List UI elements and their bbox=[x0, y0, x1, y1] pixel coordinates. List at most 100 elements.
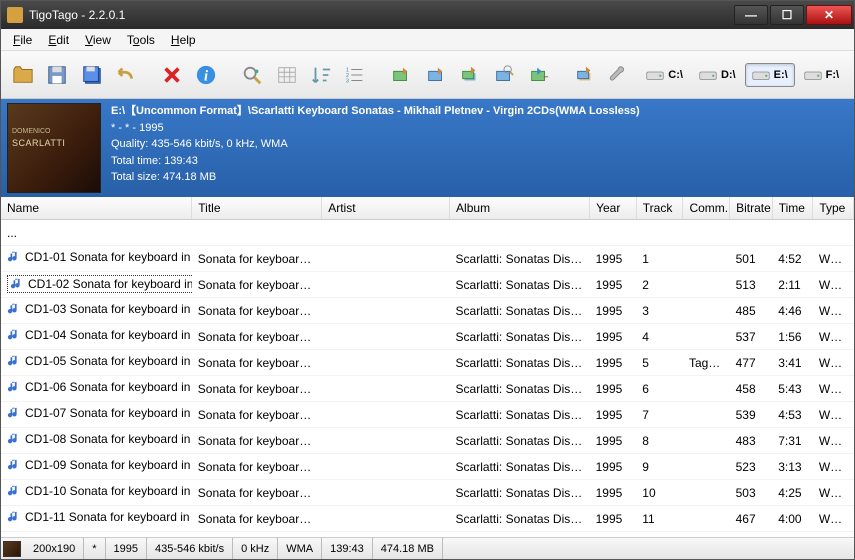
info-meta: * - * - 1995 bbox=[111, 120, 640, 137]
cell-year: 1995 bbox=[590, 376, 637, 402]
info-button[interactable]: i bbox=[192, 60, 220, 90]
cell-time: 4:52 bbox=[772, 246, 813, 272]
menu-edit[interactable]: Edit bbox=[40, 31, 77, 49]
drive-button-E[interactable]: E:\ bbox=[745, 63, 795, 87]
cell-track: 7 bbox=[636, 402, 683, 428]
numbered-list-button[interactable]: 123 bbox=[341, 60, 369, 90]
drive-button-C[interactable]: C:\ bbox=[639, 63, 690, 87]
cell-album: Scarlatti: Sonatas Disc 1 bbox=[450, 454, 590, 480]
undo-button[interactable] bbox=[112, 60, 140, 90]
minimize-button[interactable]: — bbox=[734, 5, 768, 25]
cell-bitrate: 523 bbox=[730, 454, 773, 480]
cell-track: 1 bbox=[636, 246, 683, 272]
column-header[interactable]: Title bbox=[192, 197, 322, 220]
settings-button[interactable] bbox=[605, 60, 633, 90]
open-folder-button[interactable] bbox=[9, 60, 37, 90]
table-row[interactable]: CD1-01 Sonata for keyboard in D majo...S… bbox=[1, 246, 854, 272]
tag-action-5-button[interactable] bbox=[525, 60, 553, 90]
menu-bar: File Edit View Tools Help bbox=[1, 29, 854, 51]
cell-title: Sonata for keyboard in G m... bbox=[192, 324, 322, 350]
cell-type: WMA bbox=[813, 272, 854, 298]
column-header[interactable]: Comm... bbox=[683, 197, 730, 220]
table-row[interactable]: CD1-07 Sonata for keyboard in A majo...S… bbox=[1, 402, 854, 428]
status-bar: 200x190 * 1995 435-546 kbit/s 0 kHz WMA … bbox=[1, 537, 854, 559]
cell-type: WMA bbox=[813, 246, 854, 272]
close-button[interactable]: ✕ bbox=[806, 5, 852, 25]
cell-title: Sonata for keyboard in D m... bbox=[192, 272, 322, 298]
cell-comment bbox=[683, 480, 730, 506]
column-header[interactable]: Name bbox=[1, 197, 192, 220]
tag-action-4-button[interactable] bbox=[490, 60, 518, 90]
status-dimensions: 200x190 bbox=[25, 538, 84, 559]
drive-button-F[interactable]: F:\ bbox=[797, 63, 846, 87]
music-note-icon bbox=[7, 484, 21, 498]
table-row[interactable]: CD1-10 Sonata for keyboard in F majo...S… bbox=[1, 480, 854, 506]
tag-action-3-button[interactable] bbox=[456, 60, 484, 90]
cell-track: 8 bbox=[636, 428, 683, 454]
cell-type: WMA bbox=[813, 480, 854, 506]
table-row[interactable]: CD1-04 Sonata for keyboard in G majo...S… bbox=[1, 324, 854, 350]
table-row[interactable]: CD1-08 Sonata for keyboard in C shar...S… bbox=[1, 428, 854, 454]
table-row[interactable]: CD1-09 Sonata for keyboard in F mino...S… bbox=[1, 454, 854, 480]
current-path: E:\【Uncommon Format】\Scarlatti Keyboard … bbox=[111, 103, 640, 120]
maximize-button[interactable]: ☐ bbox=[770, 5, 804, 25]
drive-button-D[interactable]: D:\ bbox=[692, 63, 743, 87]
status-format: WMA bbox=[278, 538, 322, 559]
cell-name: CD1-10 Sonata for keyboard in F majo... bbox=[25, 484, 192, 498]
svg-text:3: 3 bbox=[346, 78, 349, 84]
cell-year: 1995 bbox=[590, 454, 637, 480]
column-header[interactable]: Year bbox=[590, 197, 637, 220]
table-row[interactable]: ... bbox=[1, 220, 854, 246]
cell-album: Scarlatti: Sonatas Disc 1 bbox=[450, 246, 590, 272]
cell-artist bbox=[322, 246, 450, 272]
file-table-container[interactable]: NameTitleArtistAlbumYearTrackComm...Bitr… bbox=[1, 197, 854, 537]
column-header[interactable]: Track bbox=[636, 197, 683, 220]
music-note-icon bbox=[7, 250, 21, 264]
table-row[interactable]: CD1-06 Sonata for keyboard in E majo...S… bbox=[1, 376, 854, 402]
delete-button[interactable] bbox=[158, 60, 186, 90]
app-icon bbox=[7, 7, 23, 23]
cell-bitrate: 477 bbox=[730, 350, 773, 376]
column-header[interactable]: Artist bbox=[322, 197, 450, 220]
menu-view[interactable]: View bbox=[77, 31, 119, 49]
cell-artist bbox=[322, 272, 450, 298]
table-row[interactable]: CD1-05 Sonata for keyboard in B mino...S… bbox=[1, 350, 854, 376]
search-button[interactable] bbox=[238, 60, 266, 90]
cell-comment bbox=[683, 376, 730, 402]
music-note-icon bbox=[7, 432, 21, 446]
column-header[interactable]: Album bbox=[450, 197, 590, 220]
column-header[interactable]: Time bbox=[772, 197, 813, 220]
menu-file[interactable]: File bbox=[5, 31, 40, 49]
cell-type: WMA bbox=[813, 350, 854, 376]
table-row[interactable]: CD1-03 Sonata for keyboard in G majo...S… bbox=[1, 298, 854, 324]
tag-action-1-button[interactable] bbox=[387, 60, 415, 90]
cell-title: Sonata for keyboard in G m... bbox=[192, 298, 322, 324]
column-header[interactable]: Type bbox=[813, 197, 854, 220]
cell-time: 3:41 bbox=[772, 350, 813, 376]
table-row[interactable]: CD1-02 Sonata for keyboard in D mino...S… bbox=[1, 272, 854, 298]
grid-button[interactable] bbox=[273, 60, 301, 90]
cell-title: Sonata for keyboard in A m... bbox=[192, 454, 322, 480]
sort-button[interactable] bbox=[307, 60, 335, 90]
menu-help[interactable]: Help bbox=[163, 31, 204, 49]
cell-comment bbox=[683, 272, 730, 298]
menu-tools[interactable]: Tools bbox=[119, 31, 163, 49]
cell-bitrate: 501 bbox=[730, 246, 773, 272]
tag-action-2-button[interactable] bbox=[422, 60, 450, 90]
info-panel: E:\【Uncommon Format】\Scarlatti Keyboard … bbox=[1, 99, 854, 197]
cell-track: 10 bbox=[636, 480, 683, 506]
cell-year: 1995 bbox=[590, 350, 637, 376]
save-all-button[interactable] bbox=[78, 60, 106, 90]
cell-year: 1995 bbox=[590, 480, 637, 506]
cell-type: WMA bbox=[813, 402, 854, 428]
cell-name: CD1-05 Sonata for keyboard in B mino... bbox=[25, 354, 192, 368]
save-button[interactable] bbox=[43, 60, 71, 90]
table-row[interactable]: CD1-11 Sonata for keyboard in D mino...S… bbox=[1, 506, 854, 532]
status-size: 474.18 MB bbox=[373, 538, 443, 559]
column-header[interactable]: Bitrate bbox=[730, 197, 773, 220]
cell-time: 2:11 bbox=[772, 272, 813, 298]
window-title: TigoTago - 2.2.0.1 bbox=[29, 8, 125, 22]
cell-year: 1995 bbox=[590, 428, 637, 454]
tag-action-6-button[interactable] bbox=[571, 60, 599, 90]
cell-track: 9 bbox=[636, 454, 683, 480]
